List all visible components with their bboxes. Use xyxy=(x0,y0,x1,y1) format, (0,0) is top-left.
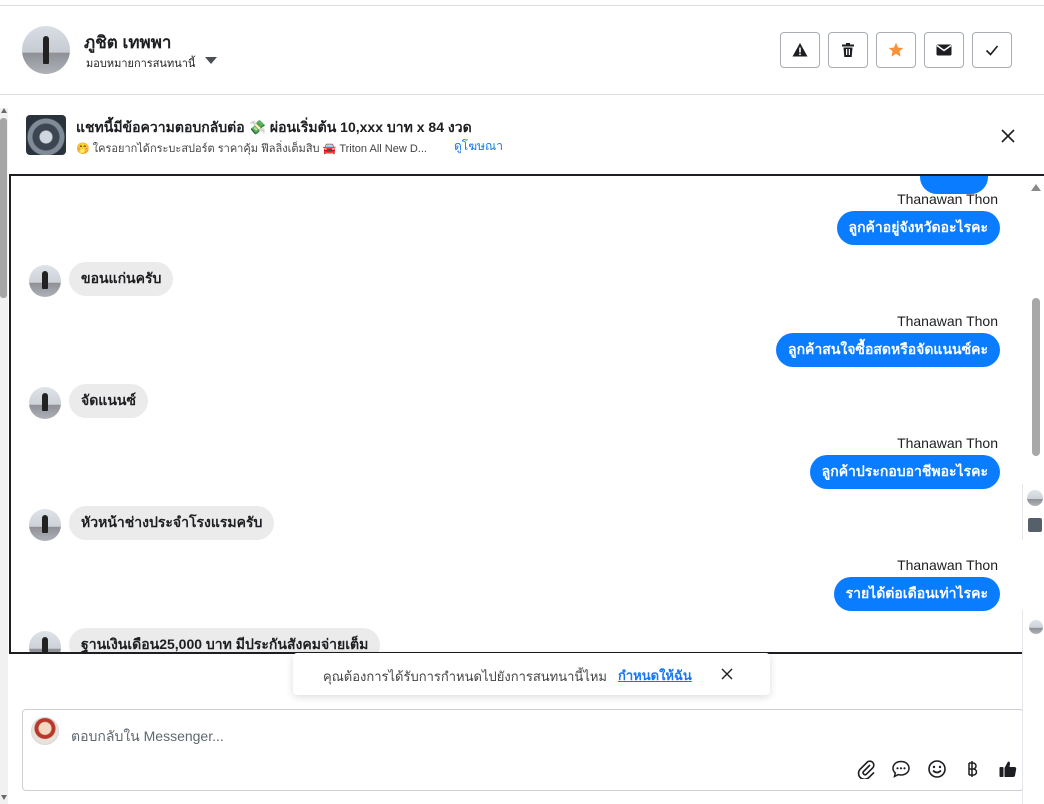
mark-unread-button[interactable] xyxy=(924,32,964,68)
ad-banner: แชทนี้มีข้อความตอบกลับต่อ 💸 ผ่อนเริ่มต้น… xyxy=(10,107,1044,169)
conversation-header: ภูชิต เทพพา มอบหมายการสนทนานี้ xyxy=(0,7,1044,95)
close-icon[interactable] xyxy=(997,125,1019,147)
view-ad-link[interactable]: ดูโฆษณา xyxy=(454,137,503,156)
contact-avatar[interactable] xyxy=(22,26,70,74)
sender-name: Thanawan Thon xyxy=(897,557,998,573)
star-button[interactable] xyxy=(876,32,916,68)
sender-avatar xyxy=(29,387,61,419)
side-panel-fragment-2 xyxy=(1022,610,1044,804)
side-panel-fragment xyxy=(1022,484,1044,540)
thread-scrollbar[interactable] xyxy=(1028,176,1044,652)
ad-thumbnail[interactable] xyxy=(26,115,66,155)
sender-name: Thanawan Thon xyxy=(897,435,998,451)
thumbs-up-icon xyxy=(999,761,1017,777)
sender-name: Thanawan Thon xyxy=(897,191,998,207)
report-button[interactable] xyxy=(780,32,820,68)
message-bubble-incoming[interactable]: จัดแนนซ์ xyxy=(69,384,148,418)
chevron-down-icon[interactable] xyxy=(205,57,217,64)
payment-button[interactable] xyxy=(961,758,983,780)
like-button[interactable] xyxy=(997,758,1019,780)
saved-replies-button[interactable] xyxy=(890,758,912,780)
reply-input[interactable]: ตอบกลับใน Messenger... xyxy=(71,726,224,748)
contact-avatar xyxy=(1029,620,1043,634)
contact-name: ภูชิต เทพพา xyxy=(84,33,172,52)
thread-scrollbar-thumb[interactable] xyxy=(1032,298,1040,456)
smiley-icon xyxy=(928,760,946,778)
envelope-icon xyxy=(936,44,952,56)
sender-avatar xyxy=(29,265,61,297)
message-bubble-outgoing[interactable]: ลูกค้าอยู่จังหวัดอะไรคะ xyxy=(836,211,1000,245)
assign-conversation-dropdown[interactable]: มอบหมายการสนทนานี้ xyxy=(86,54,195,72)
check-icon xyxy=(985,45,999,56)
page-scrollbar[interactable] xyxy=(0,108,8,804)
attach-button[interactable] xyxy=(855,758,877,780)
paperclip-icon xyxy=(857,760,875,779)
page-avatar xyxy=(31,717,59,745)
message-bubble-outgoing[interactable]: ลูกค้าสนใจซื้อสดหรือจัดแนนซ์คะ xyxy=(776,333,1000,367)
baht-icon xyxy=(968,761,978,777)
mark-done-button[interactable] xyxy=(972,32,1012,68)
close-icon[interactable] xyxy=(720,667,734,681)
message-bubble-incoming[interactable]: ขอนแก่นครับ xyxy=(69,262,174,296)
sender-avatar xyxy=(29,509,61,541)
top-edge xyxy=(0,0,1044,6)
sender-avatar xyxy=(29,631,61,652)
assign-prompt-toast: คุณต้องการได้รับการกำหนดไปยังการสนทนานี้… xyxy=(293,653,770,695)
chat-bubble-icon xyxy=(892,760,910,778)
warning-icon xyxy=(792,43,808,57)
contact-avatar xyxy=(1027,490,1043,506)
reply-composer[interactable]: ตอบกลับใน Messenger... xyxy=(22,709,1024,791)
message-bubble-incoming[interactable]: ฐานเงินเดือน25,000 บาท มีประกันสังคมจ่าย… xyxy=(69,628,381,652)
message-bubble-outgoing[interactable]: รายได้ต่อเดือนเท่าไรคะ xyxy=(833,577,1000,611)
assign-prompt-text: คุณต้องการได้รับการกำหนดไปยังการสนทนานี้… xyxy=(323,669,607,684)
delete-button[interactable] xyxy=(828,32,868,68)
star-icon xyxy=(888,42,904,57)
assign-to-me-link[interactable]: กำหนดให้ฉัน xyxy=(618,665,692,686)
ad-description: 🤭 ใครอยากได้กระบะสปอร์ต ราคาคุ้ม ฟีลลิ่ง… xyxy=(76,143,427,155)
message-thread[interactable]: Thanawan Thon ลูกค้าอยู่จังหวัดอะไรคะ ขอ… xyxy=(9,174,1044,654)
sender-name: Thanawan Thon xyxy=(897,313,998,329)
message-bubble-incoming[interactable]: หัวหน้าช่างประจำโรงแรมครับ xyxy=(69,506,275,540)
page-scrollbar-thumb[interactable] xyxy=(0,118,7,298)
emoji-button[interactable] xyxy=(926,758,948,780)
ad-thumbnail xyxy=(1028,518,1042,532)
scroll-up-arrow-icon[interactable] xyxy=(1031,184,1041,191)
trash-icon xyxy=(842,43,854,57)
message-bubble-outgoing[interactable]: ลูกค้าประกอบอาชีพอะไรคะ xyxy=(809,455,1000,489)
ad-title: แชทนี้มีข้อความตอบกลับต่อ 💸 ผ่อนเริ่มต้น… xyxy=(76,119,472,135)
